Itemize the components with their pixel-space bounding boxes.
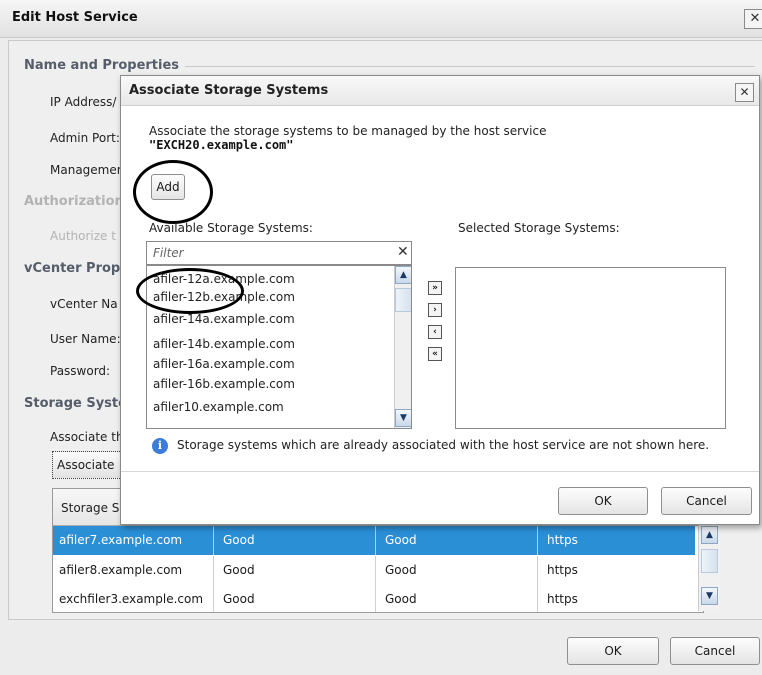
outer-title-bar: Edit Host Service ✕ (0, 0, 762, 38)
table-scrollbar[interactable]: ▲ ▼ (698, 525, 720, 611)
associate-text-label: Associate th (50, 430, 124, 444)
management-label: Managemer (50, 163, 122, 177)
user-name-label: User Name: (50, 332, 121, 346)
add-arrow-icon[interactable]: › (428, 303, 442, 317)
cell-protocol: https (547, 563, 578, 577)
table-row[interactable]: afiler7.example.com Good Good https (53, 526, 695, 555)
list-item[interactable]: afiler10.example.com (153, 400, 284, 414)
outer-cancel-button[interactable]: Cancel (670, 637, 760, 665)
ok-button[interactable]: OK (558, 487, 648, 515)
scroll-down-icon[interactable]: ▼ (701, 587, 718, 605)
filter-placeholder: Filter (153, 246, 184, 260)
scroll-up-icon[interactable]: ▲ (701, 526, 718, 544)
cell-storage-name: afiler8.example.com (59, 563, 183, 577)
filter-input[interactable]: Filter ✕ (146, 241, 412, 265)
section-name-properties: Name and Properties (24, 58, 180, 73)
dialog-description: Associate the storage systems to be mana… (149, 124, 547, 138)
cell-storage-name: exchfiler3.example.com (59, 592, 204, 606)
scroll-up-icon[interactable]: ▲ (395, 266, 411, 284)
add-all-arrow-icon[interactable]: » (428, 281, 442, 295)
section-storage-systems: Storage Syste (24, 396, 127, 411)
table-row[interactable]: afiler8.example.com Good Good https (53, 556, 695, 585)
password-label: Password: (50, 364, 111, 378)
remove-all-arrow-icon[interactable]: « (428, 347, 442, 361)
dialog-title-bar: Associate Storage Systems ✕ (121, 76, 759, 106)
section-vcenter-properties: vCenter Prope (24, 261, 130, 276)
dialog-title: Associate Storage Systems (129, 83, 329, 98)
highlight-circle-annotation (133, 160, 213, 224)
outer-dialog-title: Edit Host Service (12, 10, 138, 25)
selected-systems-list[interactable] (455, 267, 726, 429)
cancel-button[interactable]: Cancel (661, 487, 752, 515)
list-item[interactable]: afiler-14a.example.com (153, 312, 295, 326)
dialog-divider (121, 471, 759, 472)
cell-status: Good (223, 563, 255, 577)
list-item[interactable]: afiler-14b.example.com (153, 337, 295, 351)
column-header-storage-system[interactable]: Storage S (61, 501, 119, 515)
info-message: Storage systems which are already associ… (177, 438, 710, 452)
scroll-thumb[interactable] (701, 549, 718, 573)
scroll-thumb[interactable] (395, 288, 411, 312)
available-systems-label: Available Storage Systems: (149, 221, 313, 235)
cell-status: Good (385, 592, 417, 606)
cell-status: Good (223, 592, 255, 606)
cell-status: Good (223, 533, 255, 547)
cell-storage-name: afiler7.example.com (59, 533, 183, 547)
clear-filter-icon[interactable]: ✕ (397, 244, 409, 260)
cell-status: Good (385, 533, 417, 547)
selected-systems-label: Selected Storage Systems: (458, 221, 620, 235)
cell-protocol: https (547, 592, 578, 606)
info-icon: i (152, 438, 168, 454)
admin-port-label: Admin Port: (50, 131, 120, 145)
vcenter-name-label: vCenter Na (50, 297, 118, 311)
authorize-label: Authorize t (50, 229, 116, 243)
list-scrollbar[interactable]: ▲ ▼ (394, 266, 411, 428)
list-item[interactable]: afiler-16a.example.com (153, 357, 295, 371)
section-authorization: Authorization (24, 194, 124, 209)
outer-ok-button[interactable]: OK (567, 637, 659, 665)
outer-close-icon[interactable]: ✕ (744, 9, 762, 29)
host-service-name: "EXCH20.example.com" (149, 138, 294, 152)
table-row[interactable]: exchfiler3.example.com Good Good https (53, 585, 695, 612)
close-icon[interactable]: ✕ (735, 83, 754, 102)
list-item[interactable]: afiler-16b.example.com (153, 377, 295, 391)
cell-status: Good (385, 563, 417, 577)
cell-protocol: https (547, 533, 578, 547)
ip-address-label: IP Address/ (50, 95, 117, 109)
highlight-circle-annotation (136, 268, 244, 314)
scroll-down-icon[interactable]: ▼ (395, 409, 411, 427)
associate-storage-systems-dialog: Associate Storage Systems ✕ Associate th… (120, 75, 760, 525)
remove-arrow-icon[interactable]: ‹ (428, 325, 442, 339)
section-divider (185, 66, 755, 67)
